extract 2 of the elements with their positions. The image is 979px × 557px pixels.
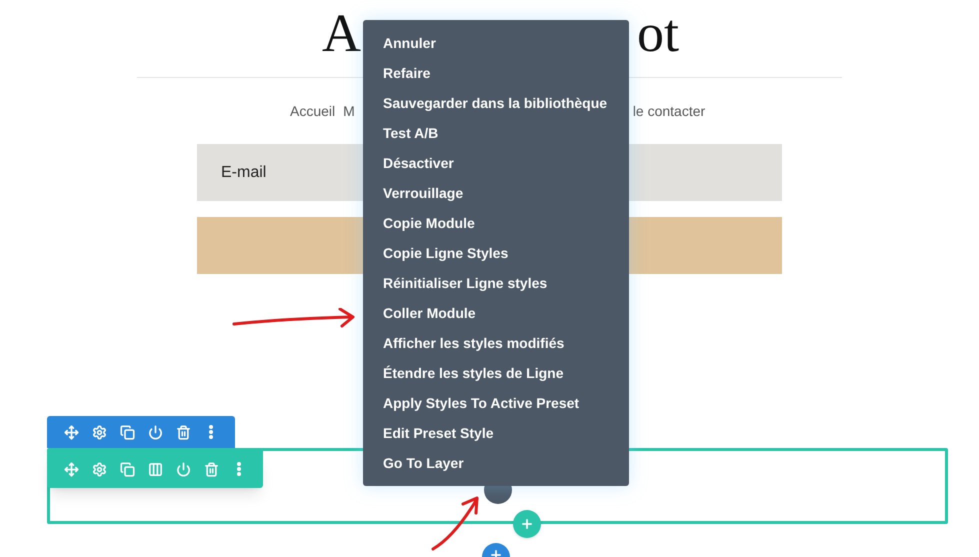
site-title: A	[322, 6, 361, 60]
site-title: ot	[637, 6, 680, 60]
